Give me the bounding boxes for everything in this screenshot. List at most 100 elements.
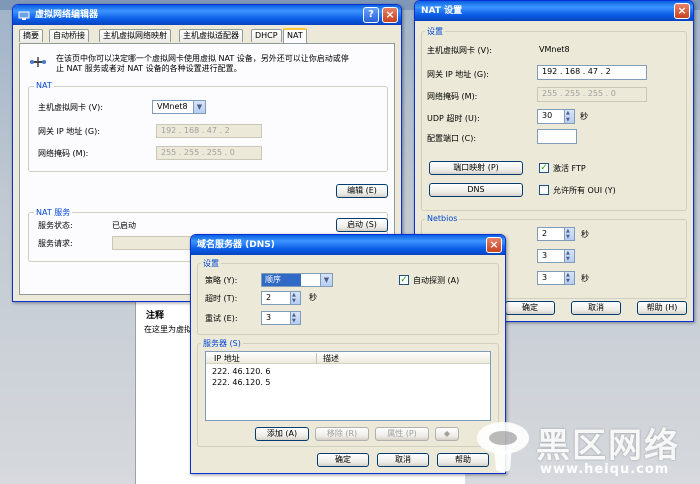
properties-button[interactable]: 属性 (P) xyxy=(375,427,429,441)
tab-nat[interactable]: NAT xyxy=(283,28,307,43)
dns-retry-stepper[interactable]: 3 xyxy=(261,309,301,327)
tab-auto-bridge[interactable]: 自动桥接 xyxy=(49,29,89,42)
spinner-icon[interactable] xyxy=(564,107,574,126)
netbios-stepper-2[interactable]: 3 xyxy=(537,247,575,265)
spinner-icon[interactable] xyxy=(564,247,574,265)
policy-label: 策略 (Y): xyxy=(205,276,238,285)
tab-summary[interactable]: 摘要 xyxy=(19,29,43,42)
netbios-value-1: 2 xyxy=(542,229,548,238)
dns-timeout-stepper[interactable]: 2 xyxy=(261,289,301,307)
mushroom-logo-icon xyxy=(477,422,529,472)
notes-text: 在这里为虚拟 xyxy=(144,325,192,334)
tab-host-adapters[interactable]: 主机虚拟适配器 xyxy=(179,29,243,42)
server-ip: 222. 46.120. 6 xyxy=(212,367,271,376)
notes-title: 注释 xyxy=(146,311,165,321)
column-desc[interactable]: 描述 xyxy=(316,353,339,364)
auto-detect-checkbox[interactable]: ✓ xyxy=(399,275,409,285)
udp-timeout-value: 30 xyxy=(542,111,553,120)
port-mapping-button[interactable]: 端口映射 (P) xyxy=(429,161,523,175)
policy-select[interactable]: 顺序 ▼ xyxy=(261,273,333,287)
close-button[interactable]: × xyxy=(382,7,398,23)
chevron-down-icon: ▼ xyxy=(193,101,205,113)
udp-timeout-stepper[interactable]: 30 xyxy=(537,107,575,126)
spinner-icon[interactable] xyxy=(290,289,300,307)
policy-value: 顺序 xyxy=(262,274,301,286)
host-adapter-value: VMnet8 xyxy=(157,102,188,111)
dns-retry-label: 重试 (E): xyxy=(205,314,238,323)
tab-dhcp[interactable]: DHCP xyxy=(251,29,282,42)
nat-host-adapter-label: 主机虚拟网卡 (V): xyxy=(427,46,492,55)
config-port-label: 配置端口 (C): xyxy=(427,134,477,143)
network-icon xyxy=(18,11,30,20)
dns-ok-button[interactable]: 确定 xyxy=(317,453,369,467)
dns-servers-group-label: 服务器 (S) xyxy=(201,338,243,349)
dns-server-list[interactable]: IP 地址 描述 222. 46.120. 6 222. 46.120. 5 xyxy=(205,351,491,421)
server-ip: 222. 46.120. 5 xyxy=(212,378,271,387)
spinner-icon[interactable] xyxy=(564,269,574,287)
watermark-name: 黑区网络 xyxy=(536,426,680,466)
close-button[interactable]: × xyxy=(486,237,502,253)
column-ip[interactable]: IP 地址 xyxy=(214,353,240,364)
dns-settings-group xyxy=(197,263,499,335)
nat-ok-button[interactable]: 确定 xyxy=(505,301,555,315)
nat-gateway-label: 网关 IP 地址 (G): xyxy=(427,70,489,79)
host-adapter-select[interactable]: VMnet8 ▼ xyxy=(152,100,206,114)
list-item[interactable]: 222. 46.120. 5 xyxy=(212,378,271,387)
allow-oui-label: 允许所有 OUI (Y) xyxy=(553,186,616,195)
edit-button[interactable]: 编辑 (E) xyxy=(336,184,388,198)
nat-settings-group-label: 设置 xyxy=(425,26,445,37)
arrow-icon: ◆ xyxy=(443,429,451,438)
list-header: IP 地址 描述 xyxy=(206,352,490,364)
dns-button[interactable]: DNS xyxy=(429,183,523,197)
nat-group-label: NAT xyxy=(34,81,54,90)
nat-service-group-label: NAT 服务 xyxy=(34,207,73,218)
active-ftp-label: 激活 FTP xyxy=(553,164,586,173)
allow-oui-checkbox[interactable] xyxy=(539,185,549,195)
dns-retry-value: 3 xyxy=(266,313,272,322)
dns-cancel-button[interactable]: 取消 xyxy=(377,453,429,467)
gateway-field[interactable]: 192 . 168 . 47 . 2 xyxy=(156,124,262,138)
dns-dialog-title: 域名服务器 (DNS) xyxy=(197,240,275,250)
service-status-label: 服务状态: xyxy=(38,221,73,230)
gateway-label: 网关 IP 地址 (G): xyxy=(38,127,100,136)
dns-dialog: 域名服务器 (DNS) × 设置 策略 (Y): 顺序 ▼ ✓ 自动探测 (A)… xyxy=(190,234,506,474)
netbios-seconds-1: 秒 xyxy=(581,230,589,239)
watermark: 黑区网络 www.heiqu.com xyxy=(468,412,700,484)
dns-settings-group-label: 设置 xyxy=(201,258,221,269)
list-item[interactable]: 222. 46.120. 6 xyxy=(212,367,271,376)
host-adapter-label: 主机虚拟网卡 (V): xyxy=(38,103,103,112)
start-service-button[interactable]: 启动 (S) xyxy=(336,218,388,232)
nat-gateway-field[interactable]: 192 . 168 . 47 . 2 xyxy=(537,65,647,80)
tab-host-mapping[interactable]: 主机虚拟网络映射 xyxy=(99,29,171,42)
active-ftp-checkbox[interactable]: ✓ xyxy=(539,163,549,173)
netbios-stepper-1[interactable]: 2 xyxy=(537,225,575,243)
udp-seconds-label: 秒 xyxy=(580,112,588,121)
network-adapter-icon xyxy=(30,57,46,67)
nat-host-adapter-value: VMnet8 xyxy=(539,45,570,54)
service-status-value: 已启动 xyxy=(112,221,136,230)
vnet-editor-titlebar: 虚拟网络编辑器 ? × xyxy=(13,5,401,25)
nat-help-button[interactable]: 帮助 (H) xyxy=(637,301,687,315)
spinner-icon[interactable] xyxy=(290,309,300,327)
nat-netmask-label: 网络掩码 (M): xyxy=(427,92,478,101)
add-server-button[interactable]: 添加 (A) xyxy=(255,427,309,441)
config-port-field[interactable] xyxy=(537,129,577,144)
close-button[interactable]: × xyxy=(674,3,690,19)
auto-detect-label: 自动探测 (A) xyxy=(413,276,460,285)
nat-netmask-field: 255 . 255 . 255 . 0 xyxy=(537,87,647,102)
netmask-field[interactable]: 255 . 255 . 255 . 0 xyxy=(156,146,262,160)
help-title-button[interactable]: ? xyxy=(363,7,379,23)
netbios-seconds-3: 秒 xyxy=(581,274,589,283)
move-up-button[interactable]: ◆ xyxy=(435,427,459,441)
netmask-label: 网络掩码 (M): xyxy=(38,149,89,158)
dns-timeout-label: 超时 (T): xyxy=(205,294,238,303)
netbios-stepper-3[interactable]: 3 xyxy=(537,269,575,287)
spinner-icon[interactable] xyxy=(564,225,574,243)
nat-settings-title: NAT 设置 xyxy=(421,6,463,16)
nat-cancel-button[interactable]: 取消 xyxy=(571,301,621,315)
service-request-label: 服务请求: xyxy=(38,239,73,248)
netbios-group-label: Netbios xyxy=(425,214,460,223)
remove-server-button[interactable]: 移除 (R) xyxy=(315,427,369,441)
dns-dialog-titlebar: 域名服务器 (DNS) × xyxy=(191,235,505,255)
netbios-value-2: 3 xyxy=(542,251,548,260)
